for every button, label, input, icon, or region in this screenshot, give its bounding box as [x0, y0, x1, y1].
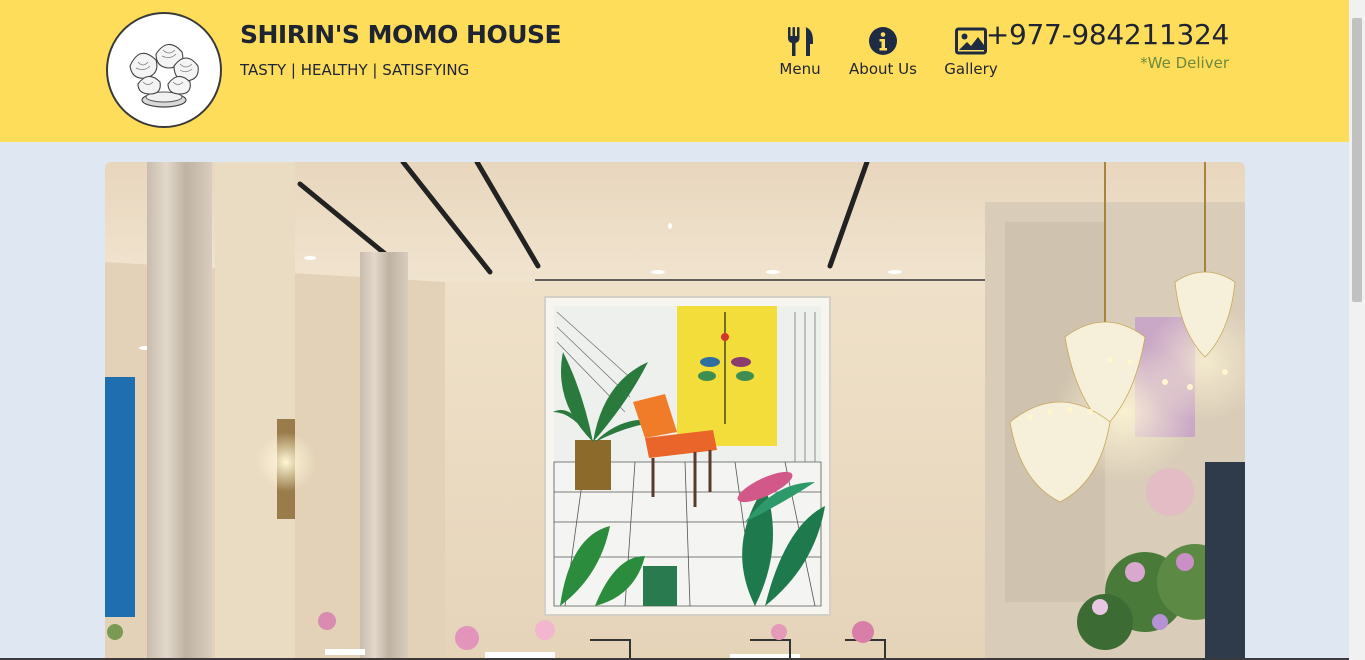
nav-label-about-us: About Us [849, 60, 917, 78]
nav-label-gallery: Gallery [944, 60, 998, 78]
site-header: SHIRIN'S MOMO HOUSE TASTY | HEALTHY | SA… [0, 0, 1349, 142]
nav-item-about-us[interactable]: About Us [845, 24, 921, 78]
image-icon [955, 27, 987, 55]
nav-label-menu: Menu [779, 60, 821, 78]
delivery-note: *We Deliver [1140, 54, 1229, 72]
utensils-icon [788, 27, 813, 56]
momo-logo[interactable] [106, 12, 222, 128]
vertical-scrollbar[interactable] [1349, 0, 1365, 660]
restaurant-interior-image [105, 162, 1245, 660]
brand-name: SHIRIN'S MOMO HOUSE [240, 20, 562, 49]
info-circle-icon [869, 27, 897, 55]
hero-image [105, 162, 1245, 660]
phone-number[interactable]: +977-984211324 [986, 18, 1229, 51]
brand-tagline: TASTY | HEALTHY | SATISFYING [240, 61, 470, 79]
scrollbar-thumb[interactable] [1352, 18, 1362, 302]
momo-logo-icon [109, 15, 219, 125]
nav-item-menu[interactable]: Menu [772, 24, 828, 78]
page: SHIRIN'S MOMO HOUSE TASTY | HEALTHY | SA… [0, 0, 1365, 660]
